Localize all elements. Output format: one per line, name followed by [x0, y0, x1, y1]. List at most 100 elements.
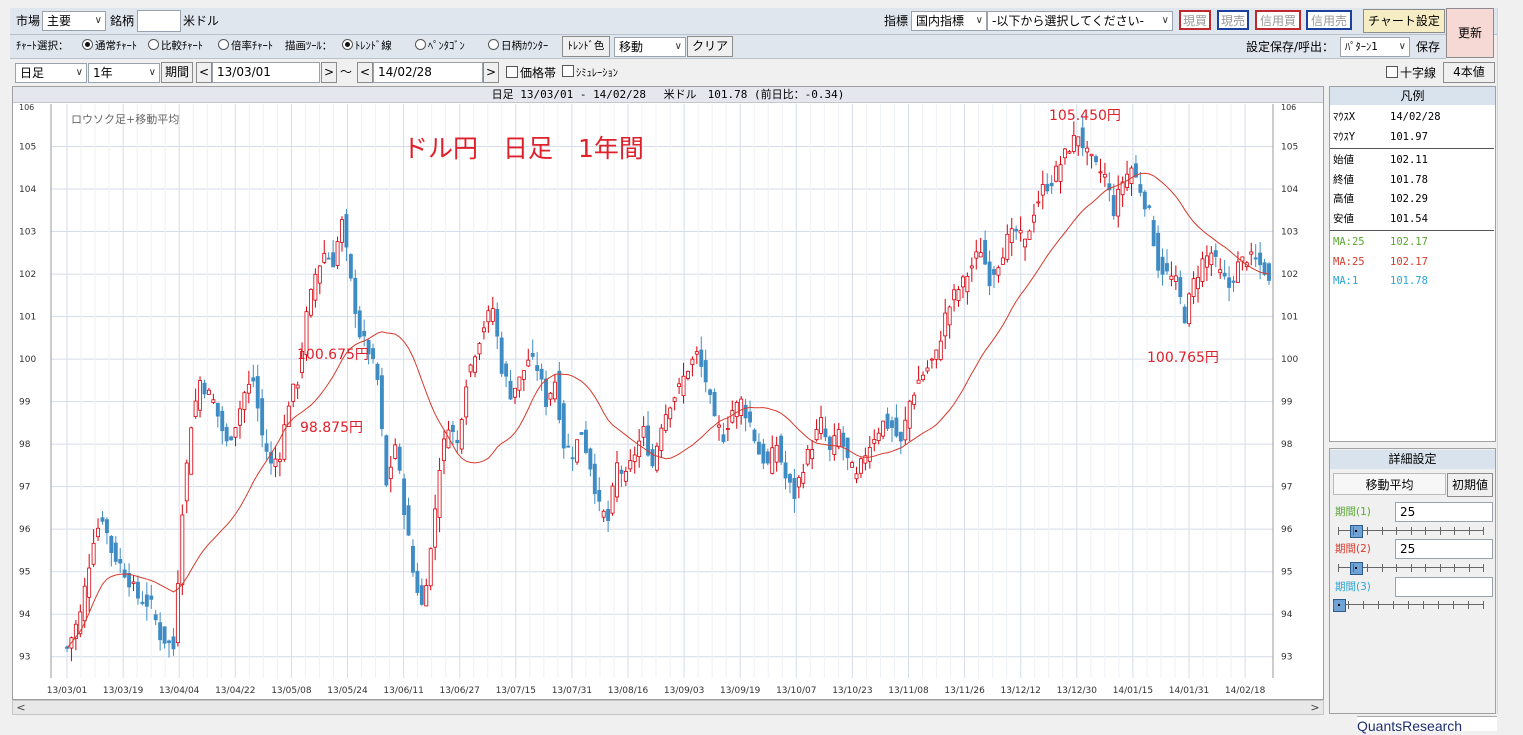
candle-body	[592, 463, 597, 495]
candle-body	[158, 622, 163, 641]
period-button[interactable]: 期間	[161, 62, 193, 83]
slider-tick	[1378, 601, 1379, 609]
radio-day-counter[interactable]: 日柄ｶｳﾝﾀｰ	[488, 36, 548, 56]
period2-slider[interactable]	[1338, 562, 1484, 575]
candle-body	[109, 535, 114, 554]
candle-body	[659, 427, 664, 451]
indicator-type-select[interactable]: 国内指標 ∨	[911, 11, 987, 31]
vertical-scrollbar[interactable]	[1497, 8, 1511, 714]
candle-body	[295, 384, 300, 389]
y-tick-label: 94	[19, 610, 31, 620]
y-tick-label-right: 98	[1281, 440, 1293, 450]
radio-compare-chart[interactable]: 比較ﾁｬｰﾄ	[148, 36, 203, 56]
candle-body	[1116, 188, 1121, 217]
x-tick-label: 13/11/08	[888, 686, 929, 696]
candle-body	[220, 410, 225, 432]
legend-ma-key: MA:1	[1333, 275, 1359, 287]
buy-credit-button[interactable]: 信用買	[1255, 10, 1301, 30]
period1-input[interactable]: 25	[1395, 502, 1493, 522]
slider-thumb[interactable]	[1333, 599, 1346, 612]
draw-tool-label: 描画ﾂｰﾙ：	[285, 40, 333, 52]
candle-body	[1005, 233, 1010, 260]
period3-slider[interactable]	[1333, 599, 1484, 612]
save-link[interactable]: 保存	[1416, 37, 1440, 57]
four-values-button[interactable]: 4本値	[1443, 62, 1495, 83]
candle-body	[743, 404, 748, 419]
period3-input[interactable]	[1395, 577, 1493, 597]
candle-body	[734, 402, 739, 418]
candle-body	[1173, 275, 1178, 282]
radio-pentagon[interactable]: ﾍﾟﾝﾀｺﾞﾝ	[415, 36, 465, 56]
market-select[interactable]: 主要 ∨	[42, 11, 106, 31]
candle-body	[725, 428, 730, 430]
scroll-right-icon[interactable]: >	[1308, 700, 1322, 715]
checkbox-icon	[506, 66, 518, 78]
x-tick-label: 13/04/04	[159, 686, 200, 696]
indicator-select[interactable]: -以下から選択してください- ∨	[987, 11, 1173, 31]
end-next-button[interactable]: >	[483, 62, 499, 83]
candle-body	[969, 265, 974, 269]
candle-body	[681, 375, 686, 397]
candle-body	[650, 449, 655, 467]
price-band-checkbox[interactable]: 価格帯	[506, 63, 556, 83]
simulation-checkbox[interactable]: ｼﾐｭﾚｰｼｮﾝ	[562, 63, 618, 83]
start-prev-button[interactable]: <	[196, 62, 212, 83]
pattern-select[interactable]: ﾊﾟﾀｰﾝ1 ∨	[1340, 37, 1410, 57]
refresh-button[interactable]: 更新	[1446, 8, 1494, 58]
candle-body	[854, 473, 859, 480]
price-chart[interactable]: 93 93 94 94 95 95 96 96 97 97 98 98 99 99 100 100 101 101…	[13, 104, 1323, 700]
candle-body	[490, 308, 495, 322]
y-tick-label: 98	[19, 440, 31, 450]
slider-tick	[1393, 601, 1394, 609]
clear-button[interactable]: クリア	[687, 36, 733, 57]
radio-trend-line[interactable]: ﾄﾚﾝﾄﾞ線	[342, 36, 392, 56]
candle-body	[1249, 251, 1254, 255]
horizontal-scrollbar[interactable]	[12, 700, 1324, 715]
crosshair-checkbox[interactable]: 十字線	[1386, 63, 1436, 83]
start-date-input[interactable]: 13/03/01	[212, 62, 320, 83]
x-tick-label: 13/03/19	[103, 686, 144, 696]
period1-slider[interactable]	[1338, 525, 1484, 538]
x-tick-label: 14/02/18	[1225, 686, 1266, 696]
sell-credit-button[interactable]: 信用売	[1306, 10, 1352, 30]
candle-body	[961, 276, 965, 288]
sell-spot-button[interactable]: 現売	[1217, 10, 1249, 30]
candle-body	[1071, 134, 1076, 152]
end-date-input[interactable]: 14/02/28	[373, 62, 483, 83]
period2-input[interactable]: 25	[1395, 539, 1493, 559]
radio-ratio-chart[interactable]: 倍率ﾁｬｰﾄ	[218, 36, 273, 56]
candle-body	[535, 365, 540, 371]
radio-day-counter-label: 日柄ｶｳﾝﾀｰ	[501, 40, 549, 52]
candle-body	[752, 429, 757, 442]
legend-row: ﾏｳｽX 14/02/28	[1333, 108, 1493, 127]
candle-body	[1182, 306, 1187, 324]
mode-select[interactable]: 移動 ∨	[614, 37, 686, 57]
slider-tick	[1352, 527, 1354, 535]
symbol-input[interactable]	[137, 10, 181, 32]
trend-color-button[interactable]: ﾄﾚﾝﾄﾞ色	[562, 36, 610, 57]
candle-body	[823, 428, 828, 438]
candle-body	[628, 460, 633, 470]
legend-key: 安値	[1333, 212, 1354, 225]
end-prev-button[interactable]: <	[357, 62, 373, 83]
candle-body	[615, 462, 619, 498]
reset-defaults-button[interactable]: 初期値	[1447, 473, 1493, 497]
candle-body	[459, 419, 464, 450]
candle-body	[1156, 232, 1161, 271]
ma-tab[interactable]: 移動平均	[1333, 473, 1446, 495]
candle-body	[619, 469, 624, 474]
radio-normal-chart[interactable]: 通常ﾁｬｰﾄ	[82, 36, 137, 56]
candle-body	[814, 429, 819, 441]
scroll-left-icon[interactable]: <	[14, 700, 28, 715]
span-select[interactable]: 1年 ∨	[88, 63, 160, 83]
y-tick-label-right: 96	[1281, 525, 1293, 535]
start-next-button[interactable]: >	[321, 62, 337, 83]
candle-body	[756, 441, 761, 455]
candle-body	[1018, 230, 1023, 234]
buy-spot-button[interactable]: 現買	[1179, 10, 1211, 30]
chart-settings-button[interactable]: チャート設定	[1363, 9, 1445, 33]
candle-body	[1063, 148, 1067, 159]
candle-body	[1213, 250, 1218, 257]
interval-select[interactable]: 日足 ∨	[15, 63, 87, 83]
legend-row: 始値 102.11	[1333, 151, 1493, 170]
